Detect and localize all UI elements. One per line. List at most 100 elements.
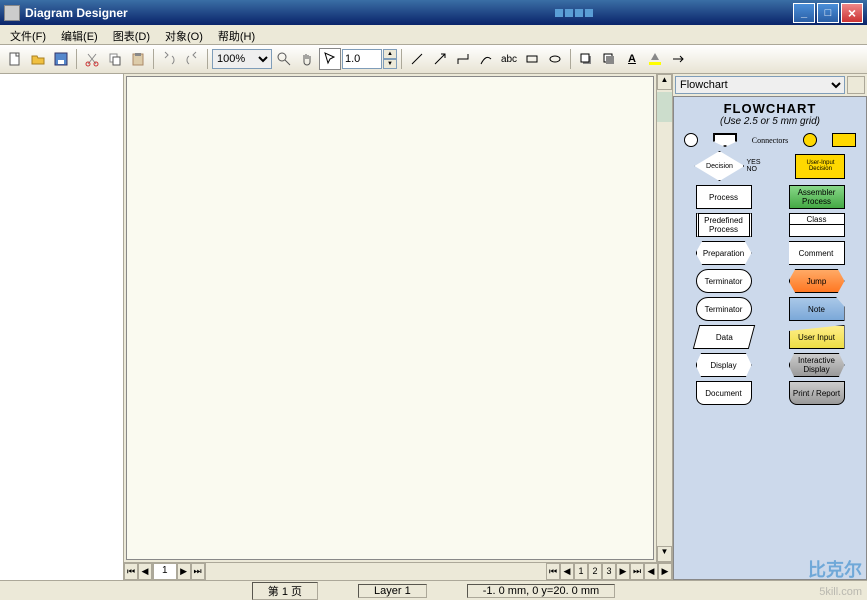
nav-page1[interactable]: 1 — [574, 563, 588, 580]
app-title: Diagram Designer — [25, 6, 555, 20]
nav-first-icon[interactable]: ⏮ — [546, 563, 560, 580]
nav-prev-icon[interactable]: ◀ — [560, 563, 574, 580]
line-tool[interactable] — [406, 48, 428, 70]
shape-assembler-process[interactable]: Assembler Process — [789, 185, 845, 209]
nav-next-icon[interactable]: ▶ — [616, 563, 630, 580]
zoom-select[interactable]: 100% — [212, 49, 272, 69]
shape-preparation[interactable]: Preparation — [696, 241, 752, 265]
separator — [153, 49, 154, 69]
rect-tool[interactable] — [521, 48, 543, 70]
copy-button[interactable] — [104, 48, 126, 70]
page-tab-1[interactable]: 1 — [153, 563, 177, 580]
shape-user-input-decision[interactable]: User-Input Decision — [795, 154, 845, 179]
shape-off-page-yellow[interactable] — [803, 133, 817, 147]
nav-page3[interactable]: 3 — [602, 563, 616, 580]
scroll-up-icon[interactable]: ▲ — [657, 74, 672, 90]
menu-help[interactable]: 帮助(H) — [212, 27, 261, 44]
left-panel — [0, 74, 124, 580]
shape-print-report[interactable]: Print / Report — [789, 381, 845, 405]
shape-data[interactable]: Data — [692, 325, 754, 349]
shape-document[interactable]: Document — [696, 381, 752, 405]
shape-comment[interactable]: Comment — [789, 241, 845, 265]
fill-color-button[interactable] — [644, 48, 666, 70]
close-button[interactable]: × — [841, 3, 863, 23]
shape-user-input[interactable]: User Input — [789, 325, 845, 349]
toolbar: 100% ▲▼ abc A — [0, 45, 867, 74]
pointer-button[interactable] — [319, 48, 341, 70]
shape-connector[interactable] — [713, 133, 737, 147]
tab-last-icon[interactable]: ⏭ — [191, 563, 205, 580]
bring-front-button[interactable] — [575, 48, 597, 70]
canvas[interactable] — [126, 76, 654, 560]
main-area: ▲ ▼ ⏮ ◀ 1 ▶ ⏭ ⏮ ◀ 1 2 3 ▶ — [0, 74, 867, 580]
canvas-area: ▲ ▼ ⏮ ◀ 1 ▶ ⏭ ⏮ ◀ 1 2 3 ▶ — [124, 74, 673, 580]
scroll-thumb[interactable] — [657, 92, 672, 122]
open-button[interactable] — [27, 48, 49, 70]
shape-connector-yellow[interactable] — [832, 133, 856, 147]
arrow-tool[interactable] — [429, 48, 451, 70]
template-select[interactable]: Flowchart — [675, 76, 845, 94]
tab-next-icon[interactable]: ▶ — [177, 563, 191, 580]
separator — [207, 49, 208, 69]
undo-button[interactable] — [158, 48, 180, 70]
shape-display[interactable]: Display — [696, 353, 752, 377]
reload-templates-button[interactable] — [847, 76, 865, 94]
redo-button[interactable] — [181, 48, 203, 70]
separator — [76, 49, 77, 69]
palette-title: FLOWCHART — [678, 101, 862, 116]
scroll-left-icon[interactable]: ◀ — [644, 563, 658, 580]
line-color-button[interactable] — [667, 48, 689, 70]
palette-header: FLOWCHART (Use 2.5 or 5 mm grid) — [674, 97, 866, 131]
separator — [401, 49, 402, 69]
scroll-right-icon[interactable]: ▶ — [658, 563, 672, 580]
shape-process[interactable]: Process — [696, 185, 752, 209]
nav-page2[interactable]: 2 — [588, 563, 602, 580]
vertical-scrollbar[interactable]: ▲ ▼ — [656, 74, 672, 562]
grid-spinner[interactable]: ▲▼ — [383, 49, 397, 69]
status-coords: -1. 0 mm, 0 y=20. 0 mm — [467, 584, 615, 598]
shape-terminator[interactable]: Terminator — [696, 269, 752, 293]
cut-button[interactable] — [81, 48, 103, 70]
shape-interactive-display[interactable]: Interactive Display — [789, 353, 845, 377]
connectors-label: Connectors — [752, 136, 788, 145]
paste-button[interactable] — [127, 48, 149, 70]
minimize-button[interactable]: _ — [793, 3, 815, 23]
new-button[interactable] — [4, 48, 26, 70]
scroll-down-icon[interactable]: ▼ — [657, 546, 672, 562]
yes-no-label: YESNO — [746, 159, 760, 173]
hand-button[interactable] — [296, 48, 318, 70]
send-back-button[interactable] — [598, 48, 620, 70]
titlebar: Diagram Designer _ □ × — [0, 0, 867, 25]
save-button[interactable] — [50, 48, 72, 70]
menu-edit[interactable]: 编辑(E) — [55, 27, 104, 44]
shape-off-page-circle[interactable] — [684, 133, 698, 147]
horizontal-scroll-row: ⏮ ◀ 1 ▶ ⏭ ⏮ ◀ 1 2 3 ▶ ⏭ ◀ ▶ — [124, 562, 672, 580]
shape-terminator2[interactable]: Terminator — [696, 297, 752, 321]
shape-jump[interactable]: Jump — [789, 269, 845, 293]
menu-object[interactable]: 对象(O) — [159, 27, 209, 44]
menu-file[interactable]: 文件(F) — [4, 27, 52, 44]
grid-input[interactable] — [342, 49, 382, 69]
status-layer: Layer 1 — [358, 584, 427, 598]
menu-diagram[interactable]: 图表(D) — [107, 27, 156, 44]
maximize-button[interactable]: □ — [817, 3, 839, 23]
tab-first-icon[interactable]: ⏮ — [124, 563, 138, 580]
hscroll-track[interactable] — [206, 563, 546, 580]
shape-decision[interactable]: Decision — [694, 151, 744, 181]
text-tool[interactable]: abc — [498, 48, 520, 70]
separator — [570, 49, 571, 69]
connector-tool[interactable] — [452, 48, 474, 70]
tab-prev-icon[interactable]: ◀ — [138, 563, 152, 580]
curve-tool[interactable] — [475, 48, 497, 70]
menubar: 文件(F) 编辑(E) 图表(D) 对象(O) 帮助(H) — [0, 25, 867, 45]
shape-note[interactable]: Note — [789, 297, 845, 321]
shape-predefined-process[interactable]: Predefined Process — [696, 213, 752, 237]
nav-last-icon[interactable]: ⏭ — [630, 563, 644, 580]
ellipse-tool[interactable] — [544, 48, 566, 70]
text-format-button[interactable]: A — [621, 48, 643, 70]
shape-class[interactable]: Class — [789, 213, 845, 237]
shape-palette: FLOWCHART (Use 2.5 or 5 mm grid) Connect… — [673, 96, 867, 580]
zoom-icon[interactable] — [273, 48, 295, 70]
right-panel: Flowchart FLOWCHART (Use 2.5 or 5 mm gri… — [673, 74, 867, 580]
palette-subtitle: (Use 2.5 or 5 mm grid) — [678, 116, 862, 127]
